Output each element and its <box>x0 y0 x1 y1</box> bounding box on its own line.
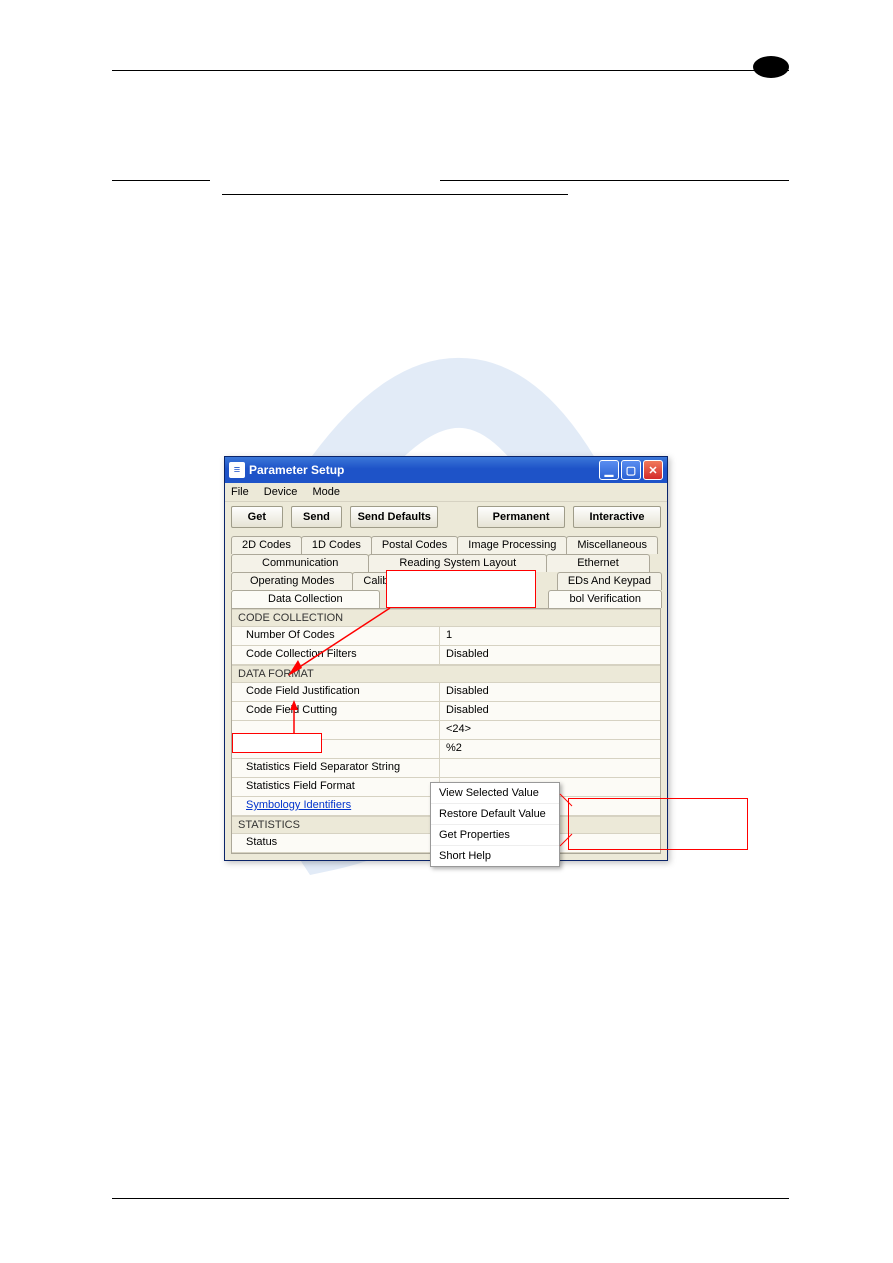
app-icon: ≡ <box>229 462 245 478</box>
titlebar[interactable]: ≡ Parameter Setup ▁ ▢ ✕ <box>225 457 667 483</box>
page-rule-2a <box>112 180 210 181</box>
toolbar: Get Send Send Defaults Permanent Interac… <box>225 502 667 536</box>
context-menu: View Selected Value Restore Default Valu… <box>430 782 560 867</box>
interactive-button[interactable]: Interactive <box>573 506 661 528</box>
label-stats-format: Statistics Field Format <box>232 778 440 796</box>
label-number-of-codes: Number Of Codes <box>232 627 440 645</box>
value-code-field-cutting[interactable]: Disabled <box>440 702 660 720</box>
tab-data-collection[interactable]: Data Collection <box>231 590 380 608</box>
menu-get-properties[interactable]: Get Properties <box>431 825 559 846</box>
tab-leds-keypad-partial[interactable]: EDs And Keypad <box>557 572 662 590</box>
value-stats-separator[interactable] <box>440 759 660 777</box>
tab-1d-codes[interactable]: 1D Codes <box>301 536 372 554</box>
page-corner-dot <box>753 56 789 78</box>
row-code-collection-filters[interactable]: Code Collection Filters Disabled <box>232 646 660 665</box>
annotation-box-left <box>232 733 322 753</box>
label-status: Status <box>232 834 440 852</box>
tab-image-processing[interactable]: Image Processing <box>457 536 567 554</box>
menu-restore-default-value[interactable]: Restore Default Value <box>431 804 559 825</box>
tab-miscellaneous[interactable]: Miscellaneous <box>566 536 658 554</box>
annotation-box-right <box>568 798 748 850</box>
label-code-field-cutting: Code Field Cutting <box>232 702 440 720</box>
menu-short-help[interactable]: Short Help <box>431 846 559 866</box>
annotation-box-top <box>386 570 536 608</box>
menu-view-selected-value[interactable]: View Selected Value <box>431 783 559 804</box>
row-number-of-codes[interactable]: Number Of Codes 1 <box>232 627 660 646</box>
tab-2d-codes[interactable]: 2D Codes <box>231 536 302 554</box>
close-button[interactable]: ✕ <box>643 460 663 480</box>
tab-communication[interactable]: Communication <box>231 554 369 572</box>
page-rule-2b <box>440 180 789 181</box>
get-button[interactable]: Get <box>231 506 283 528</box>
menu-mode[interactable]: Mode <box>312 486 340 498</box>
menu-device[interactable]: Device <box>264 486 298 498</box>
value-code-field-justification[interactable]: Disabled <box>440 683 660 701</box>
maximize-button[interactable]: ▢ <box>621 460 641 480</box>
label-symbology-identifiers[interactable]: Symbology Identifiers <box>232 797 440 815</box>
page-rule-1 <box>112 70 789 71</box>
label-code-collection-filters: Code Collection Filters <box>232 646 440 664</box>
tab-operating-modes[interactable]: Operating Modes <box>231 572 353 590</box>
tab-postal-codes[interactable]: Postal Codes <box>371 536 458 554</box>
label-stats-separator: Statistics Field Separator String <box>232 759 440 777</box>
tab-symbol-verification-partial[interactable]: bol Verification <box>548 590 662 608</box>
row-stats-separator[interactable]: Statistics Field Separator String <box>232 759 660 778</box>
permanent-button[interactable]: Permanent <box>477 506 565 528</box>
send-button[interactable]: Send <box>291 506 343 528</box>
send-defaults-button[interactable]: Send Defaults <box>350 506 438 528</box>
window-title: Parameter Setup <box>249 463 344 477</box>
section-data-format: DATA FORMAT <box>232 665 660 683</box>
value-number-of-codes[interactable]: 1 <box>440 627 660 645</box>
page-rule-2c <box>222 194 568 195</box>
row-code-field-cutting[interactable]: Code Field Cutting Disabled <box>232 702 660 721</box>
row-code-field-justification[interactable]: Code Field Justification Disabled <box>232 683 660 702</box>
value-code-collection-filters[interactable]: Disabled <box>440 646 660 664</box>
menu-file[interactable]: File <box>231 486 249 498</box>
value-hidden-pct2[interactable]: %2 <box>440 740 660 758</box>
menubar: File Device Mode <box>225 483 667 502</box>
value-hidden-24[interactable]: <24> <box>440 721 660 739</box>
tab-ethernet[interactable]: Ethernet <box>546 554 650 572</box>
section-code-collection: CODE COLLECTION <box>232 609 660 627</box>
page-rule-bottom <box>112 1198 789 1199</box>
label-code-field-justification: Code Field Justification <box>232 683 440 701</box>
minimize-button[interactable]: ▁ <box>599 460 619 480</box>
